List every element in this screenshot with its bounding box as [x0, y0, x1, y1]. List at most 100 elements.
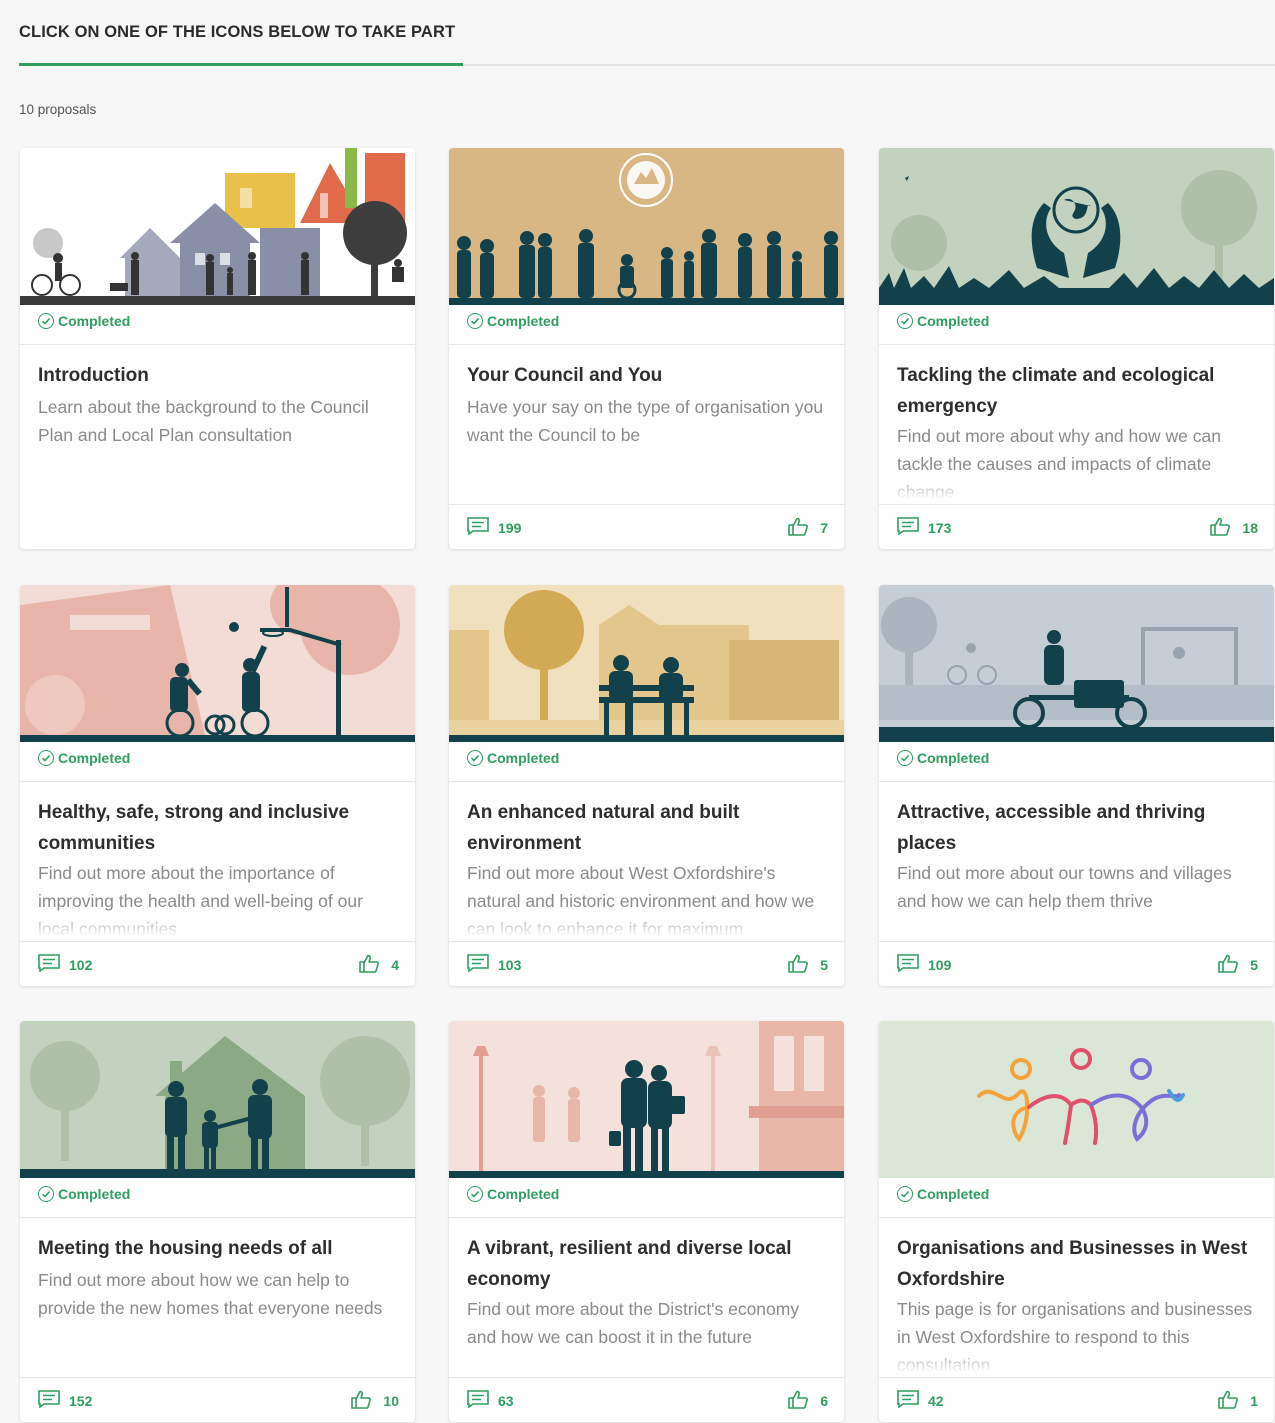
votes-count[interactable]: 18	[1210, 517, 1258, 539]
card-description: Find out more about West Oxfordshire's n…	[467, 863, 815, 937]
check-circle-icon	[467, 1186, 483, 1202]
thumbs-up-icon	[788, 1390, 809, 1412]
card-image	[879, 585, 1274, 742]
tab-bar: CLICK ON ONE OF THE ICONS BELOW TO TAKE …	[19, 14, 1275, 66]
comments-value: 102	[69, 956, 93, 973]
card-footer: 63 6	[449, 1377, 844, 1422]
check-circle-icon	[38, 750, 54, 766]
comments-count[interactable]: 102	[38, 954, 92, 975]
divider	[449, 344, 844, 345]
status-label: Completed	[487, 313, 560, 329]
status-label: Completed	[917, 313, 990, 329]
votes-count[interactable]: 1	[1218, 1390, 1258, 1412]
status-badge: Completed	[467, 313, 559, 329]
card-image	[449, 585, 844, 742]
card-title: Meeting the housing needs of all	[38, 1238, 333, 1259]
comments-count[interactable]: 103	[467, 954, 521, 975]
card-description: Have your say on the type of organisatio…	[467, 397, 824, 445]
card-title: Healthy, safe, strong and inclusive comm…	[38, 802, 350, 854]
proposal-card-your-council[interactable]: Completed Your Council and You Have your…	[449, 148, 844, 549]
comment-icon	[467, 1390, 489, 1411]
proposal-card-natural-environment[interactable]: Completed An enhanced natural and built …	[449, 585, 844, 986]
comments-value: 103	[498, 956, 522, 973]
status-label: Completed	[487, 1186, 560, 1202]
card-description: Find out more about why and how we can t…	[897, 426, 1221, 500]
tab-take-part[interactable]: CLICK ON ONE OF THE ICONS BELOW TO TAKE …	[19, 14, 463, 66]
hands-holding-globe-illustration	[879, 148, 1274, 305]
comments-count[interactable]: 63	[467, 1390, 514, 1411]
divider	[449, 1217, 844, 1218]
community-skyline-illustration	[20, 148, 415, 305]
votes-value: 5	[820, 957, 828, 973]
comments-value: 63	[498, 1392, 514, 1409]
card-footer: 102 4	[20, 941, 415, 986]
check-circle-icon	[897, 750, 913, 766]
proposal-card-introduction[interactable]: Completed Introduction Learn about the b…	[20, 148, 415, 549]
comments-value: 199	[498, 519, 522, 536]
proposal-card-thriving-places[interactable]: Completed Attractive, accessible and thr…	[879, 585, 1274, 986]
status-badge: Completed	[897, 750, 989, 766]
votes-value: 7	[820, 520, 828, 536]
comments-count[interactable]: 109	[897, 954, 951, 975]
votes-count[interactable]: 7	[788, 517, 828, 539]
check-circle-icon	[38, 313, 54, 329]
comments-count[interactable]: 42	[897, 1390, 944, 1411]
comment-icon	[897, 517, 919, 538]
votes-count[interactable]: 5	[788, 954, 828, 976]
divider	[20, 344, 415, 345]
status-label: Completed	[917, 750, 990, 766]
council-crowd-illustration	[449, 148, 844, 305]
check-circle-icon	[897, 1186, 913, 1202]
votes-count[interactable]: 5	[1218, 954, 1258, 976]
card-image	[20, 585, 415, 742]
status-label: Completed	[58, 1186, 131, 1202]
card-footer: 103 5	[449, 941, 844, 986]
thumbs-up-icon	[1210, 517, 1231, 539]
votes-count[interactable]: 10	[351, 1390, 399, 1412]
votes-count[interactable]: 6	[788, 1390, 828, 1412]
thumbs-up-icon	[788, 954, 809, 976]
card-footer: 173 18	[879, 504, 1274, 549]
card-description: Find out more about the importance of im…	[38, 863, 363, 937]
comments-value: 42	[928, 1392, 944, 1409]
card-image	[449, 1021, 844, 1178]
status-label: Completed	[917, 1186, 990, 1202]
comment-icon	[467, 954, 489, 975]
card-title: Attractive, accessible and thriving plac…	[897, 802, 1206, 854]
comments-count[interactable]: 199	[467, 517, 521, 538]
card-footer: 109 5	[879, 941, 1274, 986]
status-badge: Completed	[897, 313, 989, 329]
proposal-card-organisations[interactable]: Completed Organisations and Businesses i…	[879, 1021, 1274, 1422]
card-description: Find out more about the District's econo…	[467, 1299, 800, 1347]
divider	[20, 781, 415, 782]
card-image	[20, 1021, 415, 1178]
comments-count[interactable]: 173	[897, 517, 951, 538]
status-badge: Completed	[38, 1186, 130, 1202]
card-title: Organisations and Businesses in West Oxf…	[897, 1238, 1248, 1290]
comment-icon	[38, 954, 60, 975]
proposal-card-climate[interactable]: Completed Tackling the climate and ecolo…	[879, 148, 1274, 549]
card-title: A vibrant, resilient and diverse local e…	[467, 1238, 792, 1290]
proposal-card-healthy-communities[interactable]: Completed Healthy, safe, strong and incl…	[20, 585, 415, 986]
check-circle-icon	[467, 750, 483, 766]
status-label: Completed	[58, 313, 131, 329]
check-circle-icon	[897, 313, 913, 329]
card-title: Your Council and You	[467, 365, 663, 386]
card-description: Learn about the background to the Counci…	[38, 397, 369, 445]
comments-count[interactable]: 152	[38, 1390, 92, 1411]
card-footer: 152 10	[20, 1377, 415, 1422]
proposal-card-economy[interactable]: Completed A vibrant, resilient and diver…	[449, 1021, 844, 1422]
shopping-couple-illustration	[449, 1021, 844, 1178]
proposal-card-housing[interactable]: Completed Meeting the housing needs of a…	[20, 1021, 415, 1422]
divider	[449, 781, 844, 782]
comment-icon	[467, 517, 489, 538]
votes-value: 4	[391, 957, 399, 973]
votes-value: 1	[1250, 1393, 1258, 1409]
votes-value: 10	[383, 1393, 399, 1409]
status-label: Completed	[487, 750, 560, 766]
status-badge: Completed	[38, 313, 130, 329]
votes-count[interactable]: 4	[359, 954, 399, 976]
comment-icon	[897, 954, 919, 975]
divider	[879, 781, 1274, 782]
check-circle-icon	[38, 1186, 54, 1202]
